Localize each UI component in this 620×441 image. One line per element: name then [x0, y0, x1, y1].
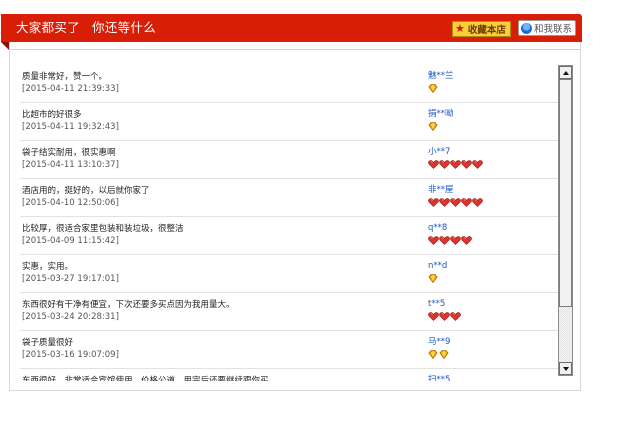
review-list-scrollbar[interactable] [558, 65, 573, 376]
red-heart-icon [461, 198, 472, 207]
review-comment: 酒店用的，挺好的，以后就你家了 [22, 186, 150, 196]
review-date: [2015-03-27 19:17:01] [22, 274, 119, 284]
header-corner-fold [1, 42, 9, 50]
header-divider [10, 49, 580, 50]
red-heart-icon [439, 160, 450, 169]
reviewer-level [428, 236, 472, 246]
reviewer-level [428, 312, 461, 322]
red-heart-icon [428, 312, 439, 321]
reviewer-name[interactable]: 魅**兰 [428, 71, 454, 82]
review-comment: 袋子结实耐用，很实惠啊 [22, 148, 116, 158]
reviewer-level [428, 84, 438, 94]
reviewer-name[interactable]: n**d [428, 261, 447, 272]
review-row: 东西很好有干净有便宜，下次还要多买点因为我用量大。 [2015-03-24 20:… [20, 293, 559, 331]
review-row: 酒店用的，挺好的，以后就你家了 [2015-04-10 12:50:06] 非**屋 [20, 179, 559, 217]
red-heart-icon [450, 312, 461, 321]
header-title-part1: 大家都买了 [16, 20, 81, 35]
review-comment: 比较厚，很适合家里包装和装垃圾，很整洁 [22, 224, 184, 234]
reviewer-level [428, 350, 449, 360]
favorite-store-button[interactable]: ★ 收藏本店 [452, 21, 511, 37]
review-date: [2015-03-16 19:07:09] [22, 350, 119, 360]
arrow-up-icon [562, 70, 569, 75]
favorite-store-label: 收藏本店 [467, 25, 506, 36]
gold-diamond-icon [428, 350, 438, 359]
arrow-down-icon [562, 366, 569, 371]
reviewer-name[interactable]: 非**屋 [428, 185, 454, 196]
review-comment: 质量非常好，赞一个。 [22, 72, 108, 82]
red-heart-icon [450, 236, 461, 245]
red-heart-icon [450, 160, 461, 169]
review-row: 袋子结实耐用，很实惠啊 [2015-04-11 13:10:37] 小**7 [20, 141, 559, 179]
review-widget: 大家都买了 你还等什么 ★ 收藏本店 和我联系 质量非常好，赞一个。 [2015-0… [1, 14, 582, 391]
widget-header: 大家都买了 你还等什么 ★ 收藏本店 和我联系 [1, 14, 582, 42]
review-date: [2015-03-24 20:28:31] [22, 312, 119, 322]
qq-icon [521, 22, 532, 34]
red-heart-icon [428, 236, 439, 245]
review-row: 比超市的好很多 [2015-04-11 19:32:43] 捐**呦 [20, 103, 559, 141]
red-heart-icon [461, 236, 472, 245]
review-comment: 袋子质量很好 [22, 338, 74, 348]
reviewer-name[interactable]: 小**7 [428, 147, 450, 158]
review-comment: 比超市的好很多 [22, 110, 82, 120]
gold-diamond-icon [439, 350, 449, 359]
review-date: [2015-04-09 11:15:42] [22, 236, 119, 246]
review-row: 实惠，实用。 [2015-03-27 19:17:01] n**d [20, 255, 559, 293]
red-heart-icon [472, 160, 483, 169]
reviewer-name[interactable]: 马**9 [428, 337, 450, 348]
header-title: 大家都买了 你还等什么 [16, 19, 156, 37]
contact-me-button[interactable]: 和我联系 [518, 20, 577, 36]
reviewer-name[interactable]: 扫**5 [428, 375, 450, 381]
review-list[interactable]: 质量非常好，赞一个。 [2015-04-11 21:39:33] 魅**兰比超市的好… [20, 65, 559, 381]
header-title-part2: 你还等什么 [92, 20, 157, 35]
red-heart-icon [450, 198, 461, 207]
red-heart-icon [428, 160, 439, 169]
red-heart-icon [439, 236, 450, 245]
reviewer-level [428, 160, 483, 170]
scroll-down-button[interactable] [559, 362, 572, 375]
review-comment: 东西很好，非常适合宾馆使用，价格公道，用完后还要继续跟你买 [22, 376, 269, 381]
review-date: [2015-04-11 21:39:33] [22, 84, 119, 94]
reviewer-level [428, 122, 438, 132]
review-row: 比较厚，很适合家里包装和装垃圾，很整洁 [2015-04-09 11:15:42]… [20, 217, 559, 255]
review-date: [2015-04-11 13:10:37] [22, 160, 119, 170]
contact-me-label: 和我联系 [534, 24, 573, 35]
gold-diamond-icon [428, 274, 438, 283]
gold-diamond-icon [428, 84, 438, 93]
review-comment: 东西很好有干净有便宜，下次还要多买点因为我用量大。 [22, 300, 235, 310]
reviewer-name[interactable]: 捐**呦 [428, 109, 454, 120]
gold-diamond-icon [428, 122, 438, 131]
review-row: 东西很好，非常适合宾馆使用，价格公道，用完后还要继续跟你买 扫**5 [20, 369, 559, 381]
review-row: 袋子质量很好 [2015-03-16 19:07:09] 马**9 [20, 331, 559, 369]
red-heart-icon [439, 312, 450, 321]
review-date: [2015-04-10 12:50:06] [22, 198, 119, 208]
review-row: 质量非常好，赞一个。 [2015-04-11 21:39:33] 魅**兰 [20, 65, 559, 103]
reviewer-name[interactable]: q**8 [428, 223, 447, 234]
red-heart-icon [428, 198, 439, 207]
star-icon: ★ [455, 22, 465, 35]
red-heart-icon [472, 198, 483, 207]
review-date: [2015-04-11 19:32:43] [22, 122, 119, 132]
red-heart-icon [439, 198, 450, 207]
scroll-thumb[interactable] [559, 79, 572, 307]
red-heart-icon [461, 160, 472, 169]
reviewer-level [428, 274, 438, 284]
reviewer-name[interactable]: t**5 [428, 299, 445, 310]
review-comment: 实惠，实用。 [22, 262, 74, 272]
reviewer-level [428, 198, 483, 208]
scroll-up-button[interactable] [559, 66, 572, 79]
